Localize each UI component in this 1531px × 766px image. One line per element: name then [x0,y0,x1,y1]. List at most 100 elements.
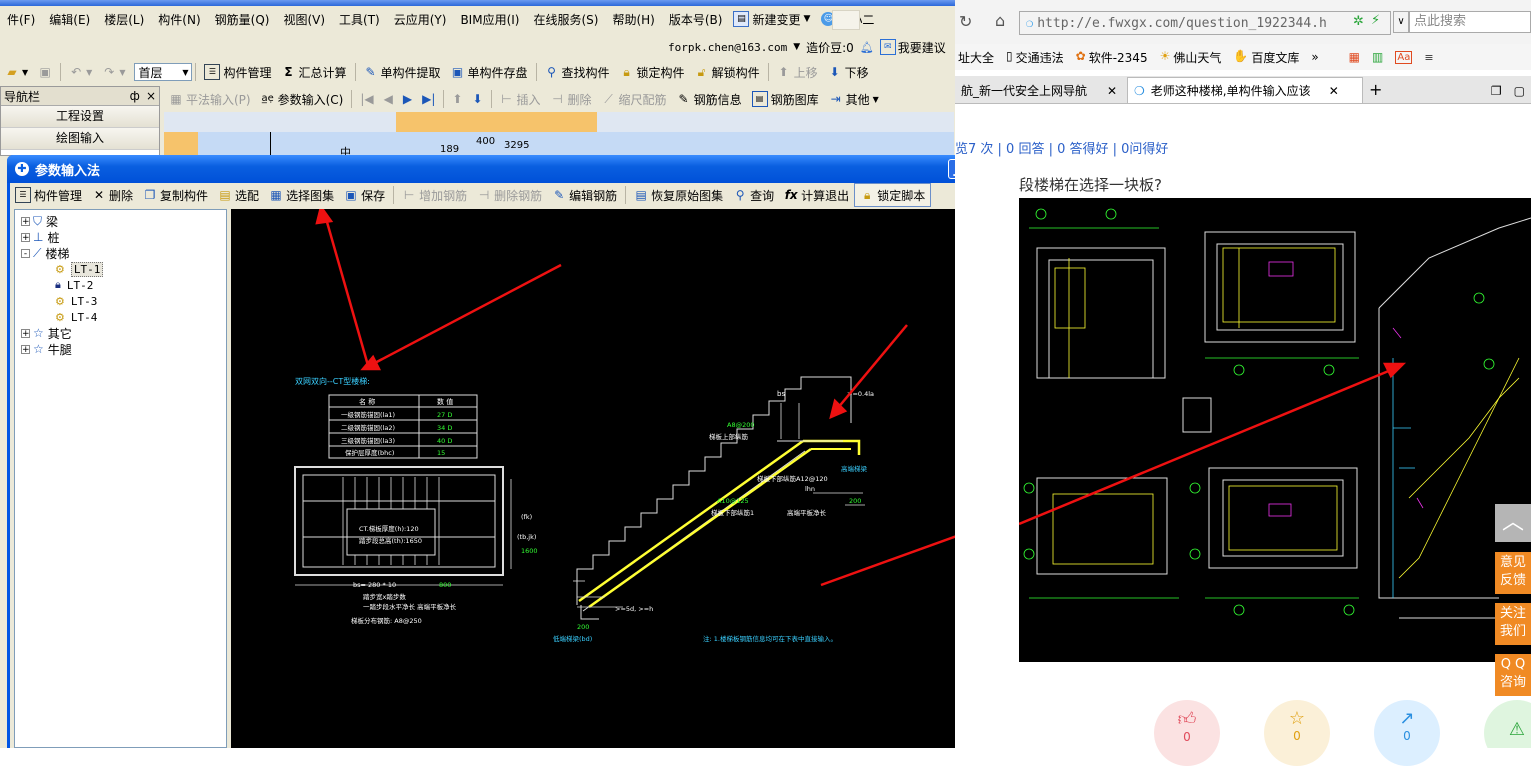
question-image[interactable] [1019,198,1531,662]
dlg-component-mgmt-button[interactable]: ☰ 构件管理 [10,184,87,206]
account-email[interactable]: forpk.chen@163.com [668,41,787,54]
rebar-value[interactable]: A10@125 [717,497,749,505]
dim-value[interactable]: 200 [577,623,589,631]
share-button[interactable]: ↗ 0 [1374,700,1440,766]
rebar-info-button[interactable]: ✎ 钢筋信息 [672,88,747,110]
apps-icon[interactable]: ▦ [1349,50,1360,64]
single-extract-button[interactable]: ✎ 单构件提取 [359,61,446,83]
rebar-value[interactable]: A8@200 [727,421,755,429]
new-tab-button[interactable]: + [1363,80,1388,103]
menu-rebar[interactable]: 钢筋量(Q) [208,11,277,28]
menu-tools[interactable]: 工具(T) [332,11,387,28]
row-down-button[interactable]: ⬇ [467,88,487,110]
prev-record-button[interactable]: ◀ [379,88,398,110]
component-mgmt-button[interactable]: ☰ 构件管理 [199,61,276,83]
rebar-value[interactable]: 梯板下部纵筋A12@120 [757,474,828,483]
collapse-icon[interactable]: - [21,248,30,258]
table-cell[interactable]: 34 D [437,424,452,432]
favorite-button[interactable]: ☆ 0 [1264,700,1330,766]
table-cell[interactable]: 15 [437,449,445,457]
bookmark-item[interactable]: ☀ 佛山天气 [1160,49,1222,66]
report-button[interactable]: ⚠ [1484,700,1531,748]
qq-consult-button[interactable]: Q Q 咨询 [1495,654,1531,696]
table-row[interactable] [164,132,954,156]
nav-item-project-settings[interactable]: 工程设置 [1,106,159,128]
security-icon[interactable]: ✲ [1353,14,1364,29]
tree-node-corbel[interactable]: + ☆ 牛腿 [21,341,226,357]
scale-rebar-button[interactable]: ⟋ 缩尺配筋 [597,88,672,110]
feedback-button[interactable]: 意见 反馈 [1495,552,1531,594]
dlg-add-rebar-button[interactable]: ⊢ 增加钢筋 [397,184,472,206]
undo-button[interactable]: ↶ ▼ [64,61,97,83]
translate-icon[interactable]: Aa [1395,50,1413,64]
floor-select[interactable]: 首层 ▼ [134,63,193,81]
expand-icon[interactable]: + [21,344,30,354]
bookmark-item[interactable]: ▯ 交通违法 [1006,49,1064,66]
dlg-select-button[interactable]: ▤ 选配 [213,184,264,206]
tree-node-stair[interactable]: - ⟋ 楼梯 [21,245,226,261]
window-icon[interactable]: ❐ [1485,84,1508,103]
dlg-calc-exit-button[interactable]: fx 计算退出 [779,184,854,206]
dim-value[interactable]: 1600 [521,547,538,555]
bell-icon[interactable]: 🔔︎ [860,41,874,54]
table-cell[interactable]: 40 D [437,437,452,445]
close-icon[interactable]: ✕ [1329,84,1339,98]
restore-icon[interactable]: ▢ [1508,84,1531,103]
row-header[interactable] [164,132,198,156]
first-record-button[interactable]: |◀ [355,88,378,110]
dlg-restore-button[interactable]: ▤ 恢复原始图集 [629,184,728,206]
menu-help[interactable]: 帮助(H) [605,11,661,28]
tree-node-lt3[interactable]: ⚙ LT-3 [21,293,226,309]
nav-item-draw-input[interactable]: 绘图输入 [1,128,159,150]
table-cell[interactable]: 27 D [437,411,452,419]
dlg-edit-rebar-button[interactable]: ✎ 编辑钢筋 [547,184,622,206]
grid-cell[interactable]: 3295 [504,140,529,151]
insert-button[interactable]: ⊢ 插入 [495,88,546,110]
unlock-component-button[interactable]: 🔓︎ 解锁构件 [690,61,765,83]
dlg-delete-button[interactable]: ✕ 删除 [87,184,138,206]
tab-question[interactable]: ❍ 老师这种楼梯,单构件输入应该 ✕ [1127,77,1363,103]
tree-node-lt1[interactable]: ⚙ LT-1 [21,261,226,277]
chevron-down-icon[interactable]: ∨ [1393,11,1409,33]
tree-node-other[interactable]: + ☆ 其它 [21,325,226,341]
save-disk-button[interactable]: ▣ [33,61,57,83]
chevron-down-icon[interactable]: ▼ [793,42,800,52]
tree-node-lt2[interactable]: 🔒︎ LT-2 [21,277,226,293]
open-button[interactable]: ▰ ▼ [0,61,33,83]
single-save-button[interactable]: ▣ 单构件存盘 [446,61,533,83]
redo-button[interactable]: ↷ ▼ [97,61,130,83]
bookmark-item[interactable]: ✋ 百度文库 [1233,49,1299,66]
close-icon[interactable]: ✕ [1107,84,1117,98]
dlg-save-button[interactable]: ▣ 保存 [339,184,390,206]
dim-value[interactable]: bs= 280 * 10 [353,581,396,589]
move-up-button[interactable]: ⬆ 上移 [772,61,823,83]
last-record-button[interactable]: ▶| [417,88,440,110]
expand-icon[interactable]: + [21,232,30,242]
menu-cloud[interactable]: 云应用(Y) [387,11,454,28]
expand-icon[interactable]: + [21,328,30,338]
sum-calc-button[interactable]: Σ 汇总计算 [276,61,351,83]
rebar-atlas-button[interactable]: ▤ 钢筋图库 [747,88,824,110]
expand-icon[interactable]: + [21,216,30,226]
menu-edit[interactable]: 编辑(E) [42,11,97,28]
menu-floor[interactable]: 楼层(L) [97,11,151,28]
back-to-top-button[interactable]: ︿ [1495,504,1531,542]
menu-icon[interactable]: ≡ [1424,51,1433,64]
reader-icon[interactable]: ▥ [1372,50,1383,64]
other-button[interactable]: ⇥ 其他 ▼ [824,88,884,110]
menu-component[interactable]: 构件(N) [151,11,207,28]
row-up-button[interactable]: ⬆ [447,88,467,110]
home-icon[interactable]: ⌂ [995,11,1005,30]
dlg-lock-script-button[interactable]: 🔒︎ 锁定脚本 [854,183,932,207]
next-record-button[interactable]: ▶ [398,88,417,110]
close-icon[interactable]: × [146,89,156,103]
dlg-select-atlas-button[interactable]: ▦ 选择图集 [264,184,339,206]
dim-value[interactable]: 200 [849,497,861,505]
menu-new-change[interactable]: ▤ 新建变更 ▼ [729,11,814,28]
lightning-icon[interactable]: ⚡ [1371,13,1380,28]
delete-row-button[interactable]: ⊣ 删除 [546,88,597,110]
like-button[interactable]: 👍︎ 0 [1154,700,1220,766]
menu-online[interactable]: 在线服务(S) [526,11,605,28]
address-bar[interactable]: ❍ http://e.fwxgx.com/question_1922344.h [1019,11,1391,35]
menu-version[interactable]: 版本号(B) [662,11,730,28]
